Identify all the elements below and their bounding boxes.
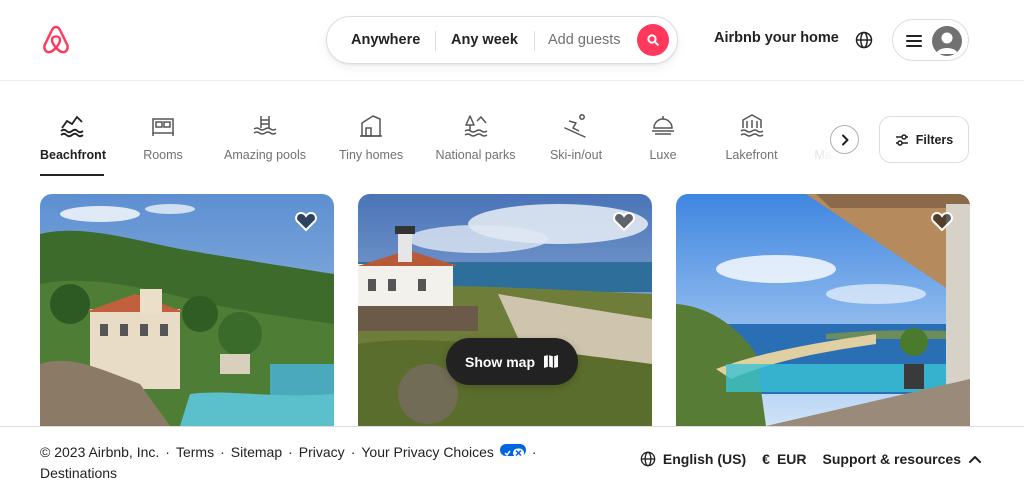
currency-symbol: € — [762, 451, 770, 467]
chevron-up-icon — [969, 456, 981, 463]
search-guests-button[interactable]: Add guests — [548, 17, 621, 63]
category-label: Lakefront — [725, 148, 778, 162]
category-label: Tiny homes — [339, 148, 404, 162]
hamburger-menu-icon — [906, 35, 922, 47]
category-tiny-homes[interactable]: Tiny homes — [339, 112, 403, 176]
tiny-home-icon — [360, 115, 382, 137]
beachfront-icon — [60, 115, 84, 138]
currency-button[interactable]: € EUR — [762, 451, 806, 467]
listing-photo — [40, 194, 334, 426]
privacy-choices-icon — [499, 444, 526, 458]
category-luxe[interactable]: Luxe — [648, 112, 678, 176]
search-submit-button[interactable] — [637, 24, 669, 56]
user-icon — [936, 32, 958, 54]
user-menu-button[interactable] — [892, 19, 969, 61]
category-beachfront[interactable]: Beachfront — [40, 112, 106, 176]
privacy-choices-link[interactable]: Your Privacy Choices — [361, 444, 526, 460]
search-dates-button[interactable]: Any week — [451, 17, 518, 63]
lakefront-icon — [740, 114, 763, 137]
privacy-link[interactable]: Privacy — [299, 444, 345, 460]
filters-label: Filters — [915, 132, 954, 147]
listing-card[interactable] — [40, 194, 334, 426]
category-label: Luxe — [649, 148, 677, 162]
pool-icon — [253, 116, 277, 135]
category-label: Beachfront — [40, 148, 106, 162]
category-label: National parks — [435, 148, 516, 162]
favorite-heart-icon[interactable] — [294, 209, 318, 233]
footer-separator: · — [220, 444, 225, 460]
category-ski-in-out[interactable]: Ski-in/out — [548, 112, 604, 176]
search-divider — [435, 31, 436, 51]
category-national-parks[interactable]: National parks — [435, 112, 516, 176]
avatar — [932, 26, 962, 56]
footer-separator: · — [350, 444, 356, 460]
category-lakefront[interactable]: Lakefront — [723, 112, 780, 176]
listing-card[interactable] — [676, 194, 970, 426]
ski-icon — [564, 114, 586, 138]
language-button[interactable]: English (US) — [640, 451, 746, 467]
show-map-label: Show map — [464, 353, 535, 370]
destinations-link[interactable]: Destinations — [40, 465, 117, 481]
category-rooms[interactable]: Rooms — [139, 112, 187, 176]
category-bar: Beachfront Rooms Amazing pools Tiny home… — [0, 100, 1024, 180]
category-label: Amazing pools — [224, 148, 306, 162]
language-label: English (US) — [662, 451, 747, 467]
search-icon — [647, 34, 659, 46]
airbnb-logo-icon[interactable] — [40, 24, 72, 56]
category-label: Ski-in/out — [549, 148, 603, 162]
map-icon — [544, 355, 558, 368]
listing-photo — [358, 194, 652, 426]
footer-separator: · — [288, 444, 293, 460]
active-category-underline — [40, 174, 104, 176]
globe-icon[interactable] — [855, 31, 873, 49]
listing-photo — [676, 194, 970, 426]
national-park-icon — [464, 115, 487, 137]
favorite-heart-icon[interactable] — [612, 209, 636, 233]
category-next-button[interactable] — [830, 125, 859, 154]
support-resources-button[interactable]: Support & resources — [823, 451, 982, 467]
show-map-button[interactable]: Show map — [446, 338, 578, 385]
footer-separator: · — [165, 444, 170, 460]
currency-label: EUR — [776, 451, 807, 467]
luxe-icon — [652, 116, 674, 135]
support-label: Support & resources — [822, 451, 961, 467]
footer-settings: English (US) € EUR Support & resources — [624, 451, 982, 467]
search-bar[interactable]: Anywhere Any week Add guests — [326, 16, 678, 64]
rooms-icon — [152, 118, 174, 136]
listing-card[interactable] — [358, 194, 652, 426]
top-header: Anywhere Any week Add guests Airbnb your… — [0, 0, 1024, 81]
filters-button[interactable]: Filters — [879, 116, 969, 163]
chevron-right-icon — [841, 134, 848, 145]
sitemap-link[interactable]: Sitemap — [231, 444, 282, 460]
terms-link[interactable]: Terms — [176, 444, 214, 460]
filters-icon — [895, 133, 908, 146]
footer-separator: · — [531, 444, 537, 460]
footer: © 2023 Airbnb, Inc. · Terms · Sitemap · Privac… — [0, 426, 1024, 494]
search-location-button[interactable]: Anywhere — [351, 17, 420, 63]
copyright-text: © 2023 Airbnb, Inc. — [40, 444, 160, 460]
search-divider — [534, 31, 535, 51]
privacy-choices-label: Your Privacy Choices — [361, 444, 494, 460]
footer-links: © 2023 Airbnb, Inc. · Terms · Sitemap · Privac… — [40, 442, 600, 484]
category-label: Rooms — [143, 148, 183, 162]
favorite-heart-icon[interactable] — [930, 209, 954, 233]
host-home-link[interactable]: Airbnb your home — [714, 30, 839, 46]
category-amazing-pools[interactable]: Amazing pools — [223, 112, 307, 176]
globe-icon — [640, 451, 656, 467]
